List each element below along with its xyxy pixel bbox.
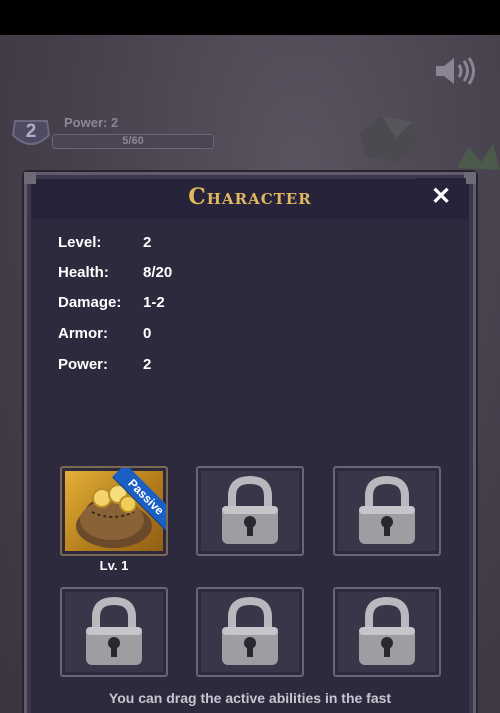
hud-xp-text: 5/60 [122,135,144,147]
stat-health-value: 8/20 [143,264,173,281]
ability-slot-3[interactable] [333,466,441,556]
stat-level-value: 2 [143,234,152,251]
ability-slot-clip: Passive [62,468,166,554]
rock-decoration [360,116,422,162]
stat-armor-value: 0 [143,325,152,342]
ability-slot-1[interactable]: Passive [60,466,168,556]
stat-level-label: Level: [58,234,102,251]
ability-slot-6[interactable] [333,587,441,677]
ability-slot-4[interactable] [60,587,168,677]
ability-level-label: Lv. 1 [99,558,129,573]
stat-power-value: 2 [143,356,152,373]
stat-damage-value: 1-2 [143,294,165,311]
ability-slot-5[interactable] [196,587,304,677]
ability-slot-2[interactable] [196,466,304,556]
top-black-bar [0,0,500,35]
padlock-icon [86,596,142,665]
drag-hint-text: You can drag the active abilities in the… [108,690,392,706]
padlock-icon [359,596,415,665]
stat-power-label: Power: [58,356,109,373]
hud-level-number: 2 [25,121,37,142]
padlock-icon [222,475,278,544]
close-button[interactable]: ✕ [416,178,466,216]
hud-power-label: Power: 2 [64,115,119,130]
padlock-icon [222,596,278,665]
padlock-icon [359,475,415,544]
sound-icon[interactable] [432,55,478,87]
stat-damage-label: Damage: [58,294,122,311]
plant-decoration [457,144,500,170]
stat-armor-label: Armor: [58,325,109,342]
stat-health-label: Health: [58,264,109,281]
